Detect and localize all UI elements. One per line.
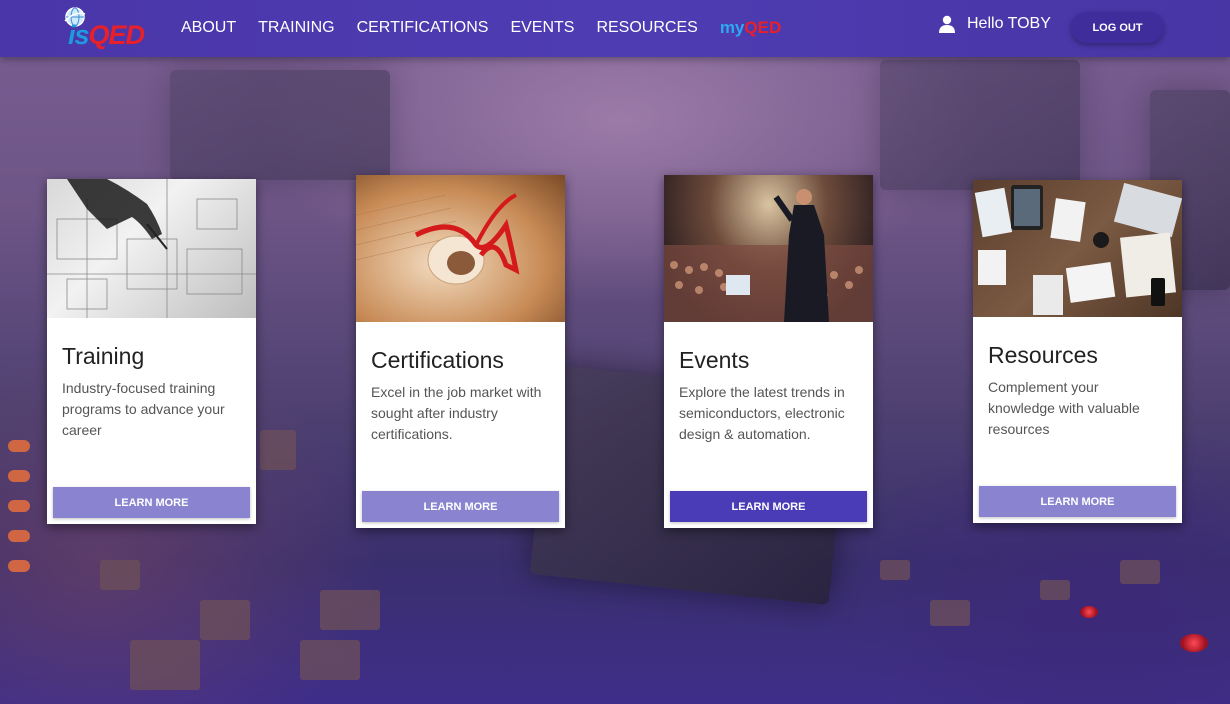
card-description: Excel in the job market with sought afte… [371, 384, 542, 442]
card-title: Resources [988, 342, 1098, 368]
user-greeting: Hello TOBY [939, 15, 1051, 33]
myqed-qed: QED [744, 18, 782, 37]
main-nav: ABOUT TRAINING CERTIFICATIONS EVENTS RES… [181, 17, 781, 39]
nav-about[interactable]: ABOUT [181, 17, 236, 39]
isqed-logo[interactable]: isQED [64, 6, 154, 50]
card-training: Training Industry-focused training progr… [47, 179, 256, 524]
card-description: Industry-focused training programs to ad… [62, 380, 225, 438]
card-description: Explore the latest trends in semiconduct… [679, 384, 845, 442]
nav-myqed[interactable]: myQED [720, 17, 781, 39]
nav-events[interactable]: EVENTS [510, 17, 574, 39]
logo-qed: QED [88, 20, 146, 50]
nav-training[interactable]: TRAINING [258, 17, 334, 39]
logo-wordmark: isQED [68, 20, 146, 50]
learn-more-button[interactable]: LEARN MORE [362, 491, 559, 522]
top-navbar: isQED ABOUT TRAINING CERTIFICATIONS EVEN… [0, 0, 1230, 57]
blueprint-hand-image [47, 179, 256, 318]
learn-more-button[interactable]: LEARN MORE [53, 487, 250, 518]
learn-more-button[interactable]: LEARN MORE [670, 491, 867, 522]
logout-button[interactable]: LOG OUT [1071, 12, 1164, 43]
greeting-text: Hello TOBY [967, 15, 1051, 32]
nav-certifications[interactable]: CERTIFICATIONS [357, 17, 489, 39]
card-description: Complement your knowledge with valuable … [988, 379, 1140, 437]
card-title: Training [62, 343, 145, 369]
card-certifications: Certifications Excel in the job market w… [356, 175, 565, 528]
conference-speaker-image [664, 175, 873, 322]
myqed-my: my [719, 18, 745, 37]
user-icon [939, 15, 955, 33]
card-events: Events Explore the latest trends in semi… [664, 175, 873, 528]
card-resources: Resources Complement your knowledge with… [973, 180, 1182, 523]
card-title: Certifications [371, 347, 504, 373]
logo-is: is [68, 20, 90, 50]
learn-more-button[interactable]: LEARN MORE [979, 486, 1176, 517]
diploma-ribbon-image [356, 175, 565, 322]
desk-devices-image [973, 180, 1182, 317]
nav-resources[interactable]: RESOURCES [596, 17, 697, 39]
card-title: Events [679, 347, 750, 373]
